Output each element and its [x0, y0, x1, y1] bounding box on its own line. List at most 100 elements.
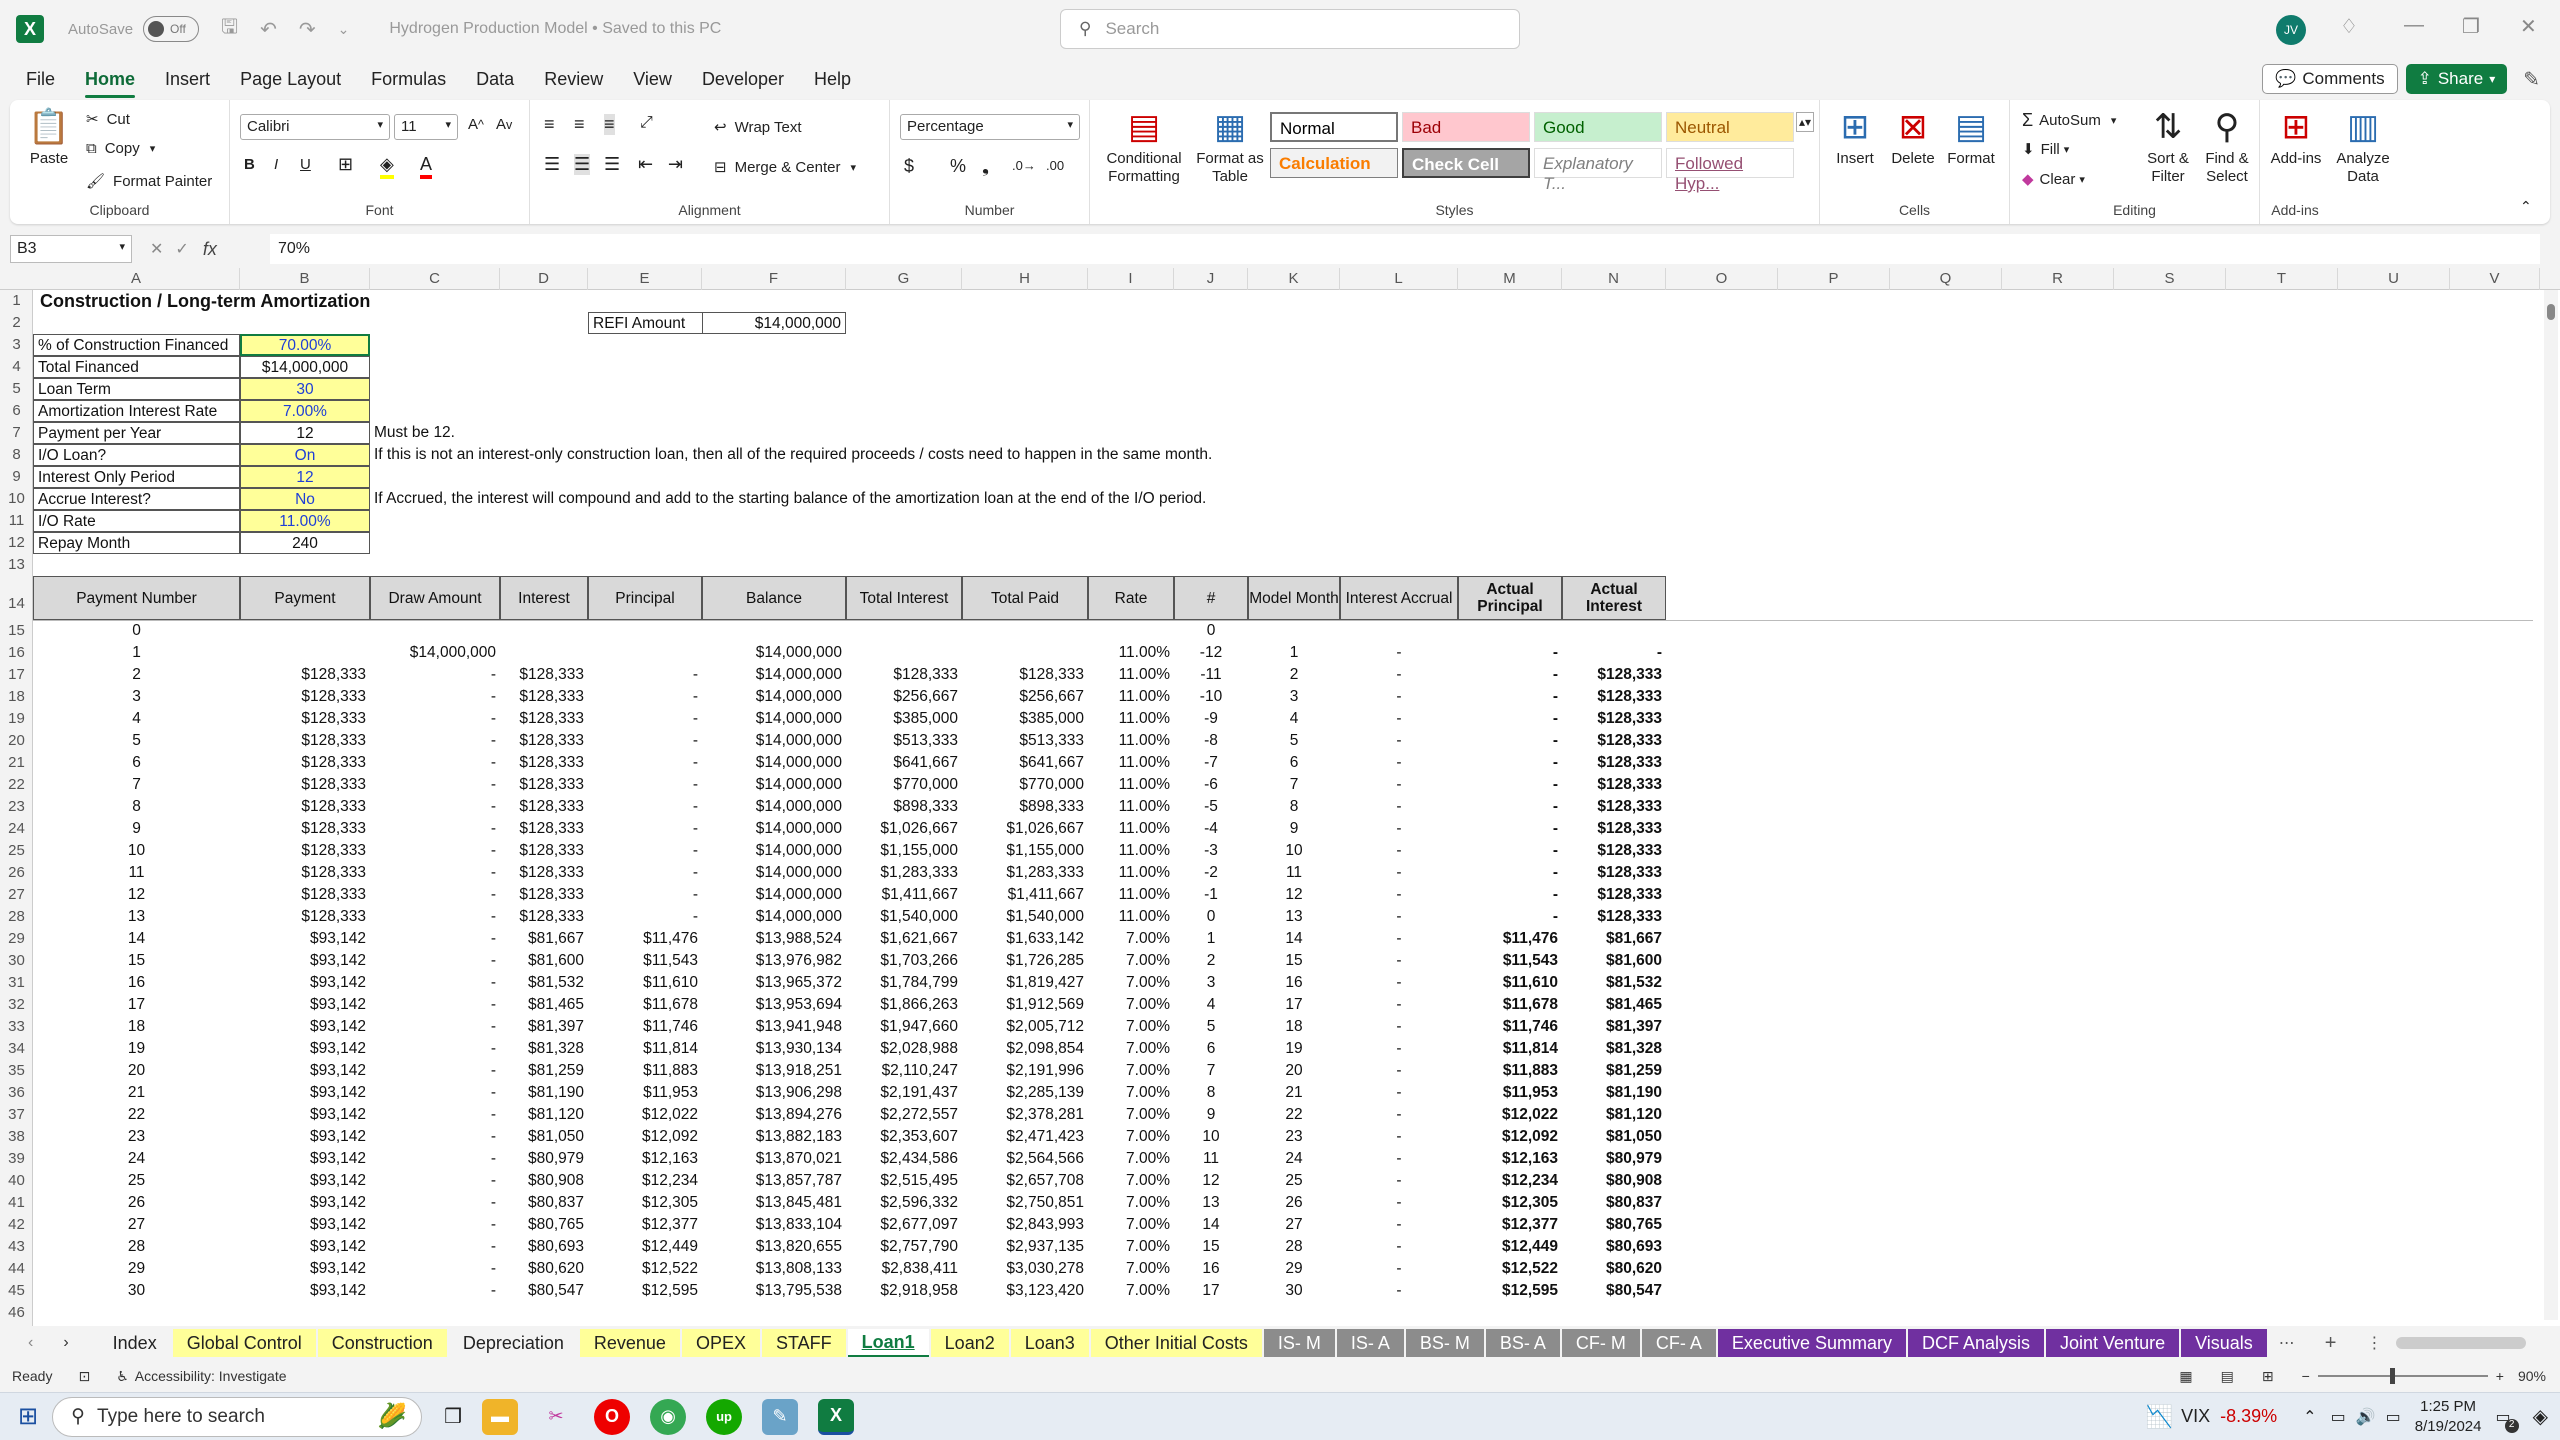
- collapse-ribbon-icon[interactable]: ⌃: [2520, 198, 2532, 215]
- addins-button[interactable]: ⊞ Add-ins: [2266, 108, 2326, 168]
- undo-icon[interactable]: ↶: [260, 17, 277, 42]
- taskbar-search-input[interactable]: ⚲ Type here to search 🌽: [52, 1396, 423, 1437]
- more-sheets-icon[interactable]: ⋯: [2279, 1333, 2295, 1353]
- sheet-tab-is-a[interactable]: IS- A: [1336, 1329, 1404, 1357]
- fill-button[interactable]: ⬇ Fill ▾: [2022, 140, 2069, 159]
- wrap-text-button[interactable]: ↩ Wrap Text: [714, 118, 802, 137]
- clear-button[interactable]: ◆ Clear ▾: [2022, 170, 2085, 189]
- row-header[interactable]: 45: [0, 1280, 33, 1302]
- column-header-t[interactable]: T: [2226, 268, 2338, 290]
- sheet-tab-index[interactable]: Index: [98, 1329, 171, 1357]
- input-value[interactable]: 12: [240, 422, 370, 444]
- orientation-icon[interactable]: ⤢: [640, 114, 653, 132]
- accessibility-icon[interactable]: ♿: [116, 1368, 129, 1385]
- add-sheet-icon[interactable]: +: [2325, 1332, 2337, 1355]
- column-header-p[interactable]: P: [1778, 268, 1890, 290]
- sheet-tab-executive-summary[interactable]: Executive Summary: [1717, 1329, 1906, 1357]
- input-value[interactable]: 30: [240, 378, 370, 400]
- row-header[interactable]: 17: [0, 664, 33, 686]
- horizontal-scrollbar[interactable]: [2396, 1337, 2527, 1349]
- row-header[interactable]: 41: [0, 1192, 33, 1214]
- copy-button[interactable]: ⧉ Copy ▾: [86, 140, 155, 157]
- row-header[interactable]: 35: [0, 1060, 33, 1082]
- menu-help[interactable]: Help: [814, 65, 851, 94]
- align-center-icon[interactable]: ☰: [574, 154, 591, 175]
- copilot-icon[interactable]: ◈: [2533, 1404, 2548, 1429]
- snipping-tool-icon[interactable]: ✂: [538, 1398, 575, 1435]
- increase-indent-icon[interactable]: ⇥: [668, 154, 683, 175]
- bold-button[interactable]: B: [244, 156, 255, 173]
- refi-value[interactable]: $14,000,000: [702, 312, 846, 334]
- chrome-icon[interactable]: ◉: [650, 1398, 687, 1435]
- row-header[interactable]: 6: [0, 400, 33, 422]
- column-header-f[interactable]: F: [702, 268, 846, 290]
- row-header[interactable]: 5: [0, 378, 33, 400]
- row-header[interactable]: 42: [0, 1214, 33, 1236]
- column-header-b[interactable]: B: [240, 268, 370, 290]
- row-header[interactable]: 11: [0, 510, 33, 532]
- notifications-icon[interactable]: ▭ 2: [2495, 1407, 2519, 1433]
- number-format-select[interactable]: Percentage ▾: [900, 114, 1080, 140]
- row-header[interactable]: 3: [0, 334, 33, 356]
- input-value[interactable]: On: [240, 444, 370, 466]
- row-header[interactable]: 20: [0, 730, 33, 752]
- vertical-scroll-thumb[interactable]: [2547, 304, 2555, 320]
- align-right-icon[interactable]: ☰: [604, 154, 620, 175]
- zoom-level[interactable]: 90%: [2518, 1368, 2546, 1384]
- formula-input[interactable]: 70%: [270, 234, 2540, 264]
- input-value[interactable]: 240: [240, 532, 370, 554]
- row-header[interactable]: 16: [0, 642, 33, 664]
- cell-style-explanatory-t-[interactable]: Explanatory T...: [1534, 148, 1662, 193]
- document-title[interactable]: Hydrogen Production Model • Saved to thi…: [389, 20, 721, 38]
- row-header[interactable]: 1: [0, 290, 33, 312]
- sheet-tab-bs-m[interactable]: BS- M: [1405, 1329, 1484, 1357]
- menu-review[interactable]: Review: [544, 65, 603, 94]
- autosum-button[interactable]: Σ AutoSum ▾: [2022, 110, 2116, 131]
- conditional-formatting-button[interactable]: ▤ Conditional Formatting: [1102, 108, 1186, 186]
- cell-style-normal[interactable]: Normal: [1270, 112, 1398, 142]
- middle-align-icon[interactable]: ≡: [574, 114, 585, 135]
- menu-file[interactable]: File: [26, 65, 55, 94]
- sheet-tab-staff[interactable]: STAFF: [761, 1329, 846, 1357]
- input-value[interactable]: 12: [240, 466, 370, 488]
- grow-font-button[interactable]: A ^: [468, 116, 484, 133]
- column-header-h[interactable]: H: [962, 268, 1088, 290]
- upwork-icon[interactable]: up: [706, 1398, 743, 1435]
- sheet-tab-loan3[interactable]: Loan3: [1010, 1329, 1089, 1357]
- cell-style-good[interactable]: Good: [1534, 112, 1662, 142]
- menu-insert[interactable]: Insert: [165, 65, 210, 94]
- vertical-scrollbar[interactable]: [2544, 290, 2558, 1320]
- sheet-tab-dcf-analysis[interactable]: DCF Analysis: [1907, 1329, 2045, 1357]
- row-header[interactable]: 39: [0, 1148, 33, 1170]
- column-header-o[interactable]: O: [1666, 268, 1778, 290]
- sheet-tab-revenue[interactable]: Revenue: [579, 1329, 680, 1357]
- cut-button[interactable]: ✂ Cut: [86, 110, 130, 129]
- column-header-s[interactable]: S: [2114, 268, 2226, 290]
- row-header[interactable]: 22: [0, 774, 33, 796]
- avatar[interactable]: JV: [2276, 15, 2306, 45]
- row-header[interactable]: 13: [0, 554, 33, 576]
- column-header-k[interactable]: K: [1248, 268, 1340, 290]
- menu-formulas[interactable]: Formulas: [371, 65, 446, 94]
- name-box[interactable]: B3 ▾: [10, 235, 132, 263]
- row-header[interactable]: 24: [0, 818, 33, 840]
- sheet-tab-construction[interactable]: Construction: [317, 1329, 447, 1357]
- zoom-in-icon[interactable]: +: [2496, 1368, 2504, 1384]
- row-header[interactable]: 27: [0, 884, 33, 906]
- menu-data[interactable]: Data: [476, 65, 514, 94]
- row-header[interactable]: 18: [0, 686, 33, 708]
- row-header[interactable]: 28: [0, 906, 33, 928]
- merge-center-button[interactable]: ⊟ Merge & Center ▾: [714, 158, 856, 177]
- sheet-tab-opex[interactable]: OPEX: [681, 1329, 760, 1357]
- column-header-r[interactable]: R: [2002, 268, 2114, 290]
- borders-icon[interactable]: ⊞: [338, 154, 353, 175]
- share-button[interactable]: ⇪ Share ▾: [2405, 64, 2508, 94]
- sheet-tab-bs-a[interactable]: BS- A: [1485, 1329, 1560, 1357]
- row-header[interactable]: 10: [0, 488, 33, 510]
- tray-chevron-icon[interactable]: ⌃: [2303, 1407, 2316, 1427]
- cell-style-neutral[interactable]: Neutral: [1666, 112, 1794, 142]
- sheet-tab-joint-venture[interactable]: Joint Venture: [2046, 1329, 2180, 1357]
- row-header[interactable]: 4: [0, 356, 33, 378]
- decrease-indent-icon[interactable]: ⇤: [638, 154, 653, 175]
- enter-icon[interactable]: ✓: [175, 239, 188, 259]
